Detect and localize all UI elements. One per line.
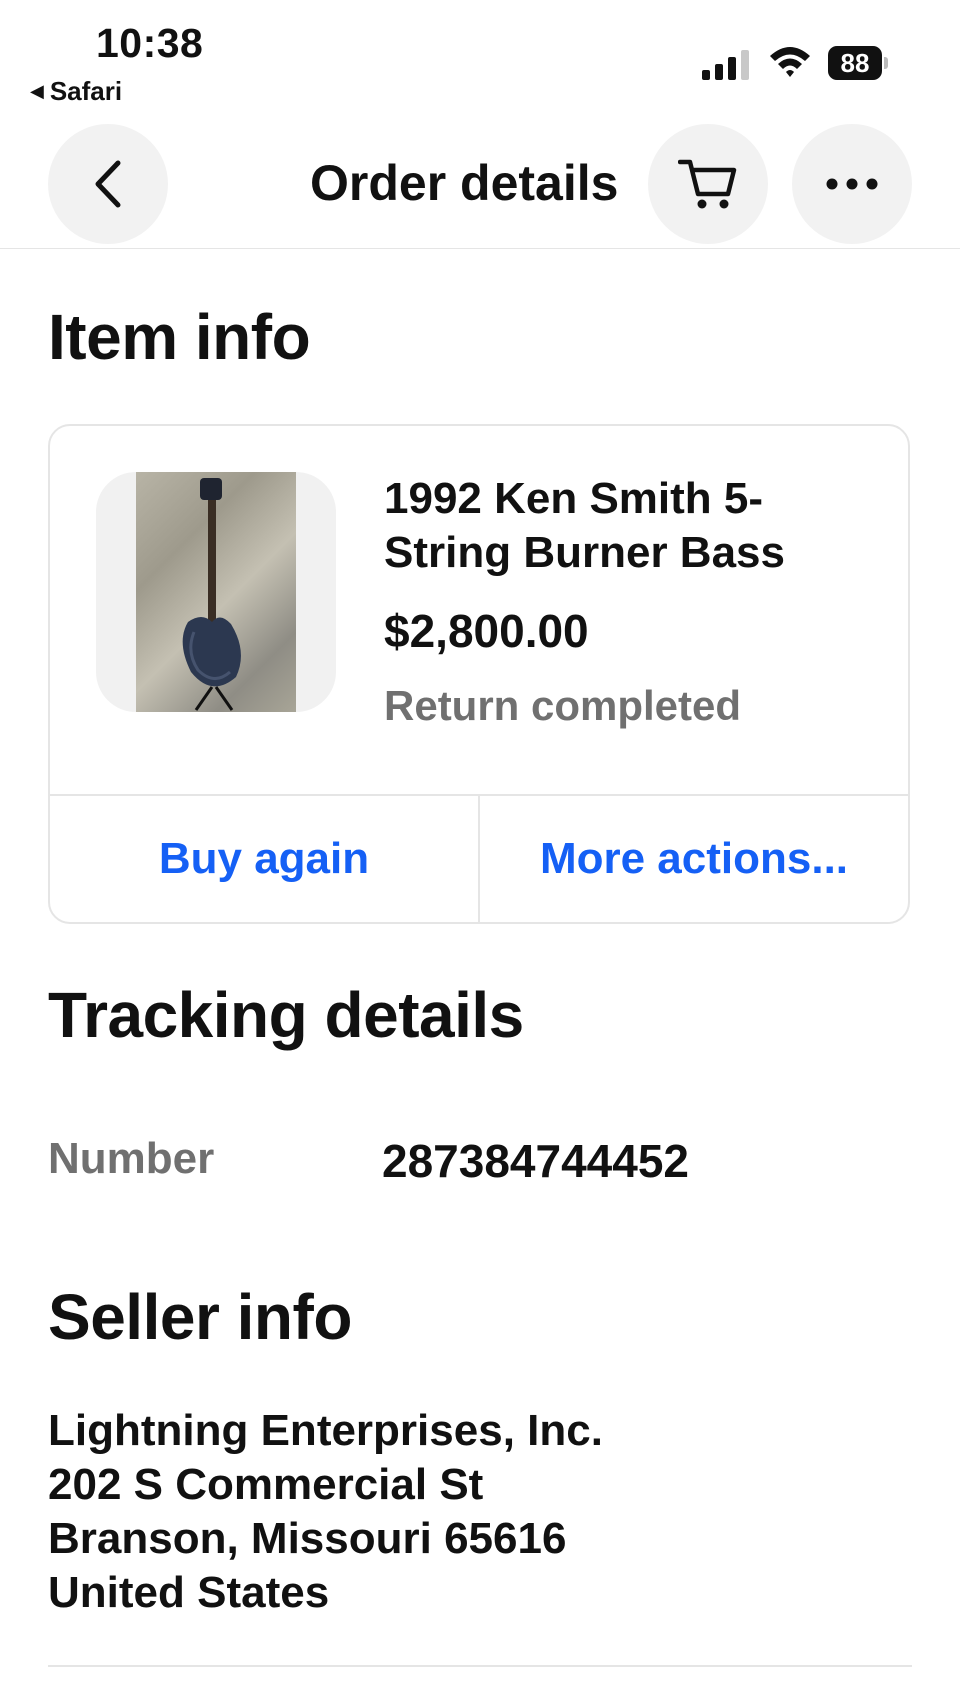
bass-guitar-image — [136, 472, 296, 712]
item-thumbnail[interactable] — [96, 472, 336, 712]
chevron-left-icon — [95, 160, 121, 208]
battery-icon: 88 — [828, 46, 888, 80]
tracking-number-value[interactable]: 287384744452 — [382, 1134, 689, 1188]
item-info-heading: Item info — [48, 301, 311, 373]
page-title: Order details — [310, 155, 619, 211]
back-button[interactable] — [48, 124, 168, 244]
back-app-label: Safari — [49, 76, 123, 106]
app-header: Order details — [0, 120, 960, 249]
seller-city-state-zip: Branson, Missouri 65616 — [48, 1514, 567, 1563]
cellular-signal-icon — [702, 50, 749, 80]
seller-street: 202 S Commercial St — [48, 1460, 484, 1509]
back-triangle-icon: ◀ — [30, 81, 44, 101]
section-divider — [48, 1665, 912, 1667]
tracking-number-label: Number — [48, 1134, 215, 1183]
battery-level: 88 — [828, 46, 882, 80]
seller-country: United States — [48, 1568, 330, 1617]
cart-icon — [678, 159, 737, 209]
status-bar: 10:38 ◀ Safari 88 — [0, 0, 960, 110]
seller-address: Lightning Enterprises, Inc. 202 S Commer… — [48, 1404, 603, 1620]
more-options-button[interactable] — [792, 124, 912, 244]
tracking-details-heading: Tracking details — [48, 979, 524, 1051]
seller-name: Lightning Enterprises, Inc. — [48, 1406, 603, 1455]
status-time: 10:38 — [96, 20, 204, 66]
more-actions-button[interactable]: More actions... — [480, 796, 908, 922]
more-horizontal-icon — [826, 178, 878, 190]
item-card: 1992 Ken Smith 5-String Burner Bass $2,8… — [48, 424, 910, 924]
seller-info-heading: Seller info — [48, 1281, 352, 1353]
back-to-app-link[interactable]: ◀ Safari — [30, 76, 122, 107]
item-title[interactable]: 1992 Ken Smith 5-String Burner Bass — [384, 472, 884, 580]
buy-again-button[interactable]: Buy again — [50, 796, 478, 922]
wifi-icon — [770, 47, 810, 77]
item-price: $2,800.00 — [384, 605, 589, 657]
cart-button[interactable] — [648, 124, 768, 244]
item-status: Return completed — [384, 682, 742, 729]
